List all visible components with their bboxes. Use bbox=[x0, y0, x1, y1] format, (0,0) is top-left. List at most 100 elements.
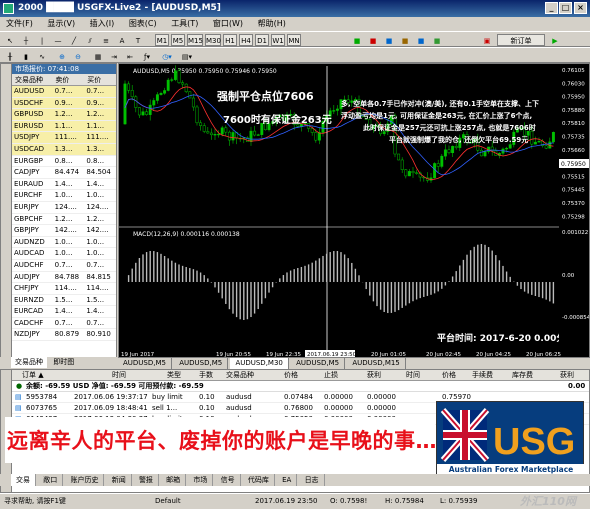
menu-chart[interactable]: 图表(C) bbox=[123, 17, 163, 31]
period-w1[interactable]: W1 bbox=[271, 34, 285, 46]
chart-tab-4[interactable]: AUDUSD,M5 bbox=[291, 358, 346, 369]
market-watch-row[interactable]: EURAUD 1.4... 1.4... bbox=[12, 179, 116, 191]
market-watch-row[interactable]: USDCHF 0.9... 0.9... bbox=[12, 97, 116, 110]
chart-window[interactable]: AUDUSD,M5 0.75950 0.75950 0.75946 0.7595… bbox=[118, 63, 590, 358]
chart-tab-5[interactable]: AUDUSD,M15 bbox=[347, 358, 406, 369]
period-mn[interactable]: MN bbox=[287, 34, 301, 46]
text-icon[interactable]: A bbox=[115, 34, 129, 46]
th-symbol[interactable]: 交易品种 bbox=[226, 370, 254, 381]
th-tp[interactable]: 获利 bbox=[367, 370, 381, 381]
indicators-icon[interactable]: ƒ▾ bbox=[139, 50, 155, 62]
vline-icon[interactable]: | bbox=[35, 34, 49, 46]
minimize-button[interactable]: _ bbox=[545, 2, 558, 14]
period-m5[interactable]: M5 bbox=[171, 34, 185, 46]
crosshair-icon[interactable]: ┼ bbox=[19, 34, 33, 46]
th-time[interactable]: 时间 bbox=[112, 370, 126, 381]
zoom-in-icon[interactable]: ⊕ bbox=[55, 50, 69, 62]
maximize-button[interactable]: □ bbox=[559, 2, 572, 14]
market-watch-row[interactable]: CADJPY 84.474 84.504 bbox=[12, 167, 116, 179]
chart-tab-1[interactable]: AUDUSD,M5 bbox=[118, 358, 172, 369]
tile-windows-icon[interactable]: ▦ bbox=[91, 50, 105, 62]
menu-help[interactable]: 帮助(H) bbox=[252, 17, 292, 31]
col-bid[interactable]: 卖价 bbox=[52, 74, 84, 85]
market-watch-row[interactable]: AUDCHF 0.7... 0.7... bbox=[12, 260, 116, 272]
auto-scroll-icon[interactable]: ⇥ bbox=[107, 50, 121, 62]
period-m30[interactable]: M30 bbox=[205, 34, 221, 46]
menu-insert[interactable]: 插入(I) bbox=[84, 17, 121, 31]
market-watch-row[interactable]: EURUSD 1.1... 1.1... bbox=[12, 120, 116, 133]
tab-account-history[interactable]: 账户历史 bbox=[65, 474, 105, 486]
market-watch-row[interactable]: EURNZD 1.5... 1.5... bbox=[12, 295, 116, 307]
label-icon[interactable]: T bbox=[131, 34, 145, 46]
th-order[interactable]: 订单 ▲ bbox=[22, 370, 44, 381]
period-h4[interactable]: H4 bbox=[239, 34, 253, 46]
templates-icon[interactable]: ▤▾ bbox=[179, 50, 195, 62]
tab-alerts[interactable]: 警报 bbox=[134, 474, 159, 486]
th-lots[interactable]: 手数 bbox=[199, 370, 213, 381]
chart-canvas[interactable]: AUDUSD,M5 0.75950 0.75950 0.75946 0.7595… bbox=[119, 64, 590, 358]
th-swap[interactable]: 库存费 bbox=[512, 370, 533, 381]
data-window-icon[interactable]: ■ bbox=[398, 34, 412, 46]
period-m15[interactable]: M15 bbox=[187, 34, 203, 46]
tab-symbols[interactable]: 交易品种 bbox=[11, 357, 47, 368]
market-watch-row[interactable]: CHFJPY 114.... 114.... bbox=[12, 283, 116, 295]
terminal-icon[interactable]: ■ bbox=[430, 34, 444, 46]
market-watch-row[interactable]: EURCHF 1.0... 1.0... bbox=[12, 190, 116, 202]
fibo-icon[interactable]: ≡ bbox=[99, 34, 113, 46]
market-watch-row[interactable]: AUDCAD 1.0... 1.0... bbox=[12, 248, 116, 260]
market-watch-row[interactable]: CADCHF 0.7... 0.7... bbox=[12, 318, 116, 330]
channel-icon[interactable]: ⫽ bbox=[83, 34, 97, 46]
trendline-icon[interactable]: ╱ bbox=[67, 34, 81, 46]
menu-window[interactable]: 窗口(W) bbox=[207, 17, 249, 31]
market-watch-row[interactable]: AUDUSD 0.7... 0.7... bbox=[12, 86, 116, 98]
th-commission[interactable]: 手续费 bbox=[472, 370, 493, 381]
profiles-icon[interactable]: ■ bbox=[366, 34, 380, 46]
col-symbol[interactable]: 交易品种 bbox=[12, 74, 52, 85]
chart-shift-icon[interactable]: ⇤ bbox=[123, 50, 137, 62]
th-price[interactable]: 价格 bbox=[284, 370, 298, 381]
market-watch-row[interactable]: EURCAD 1.4... 1.4... bbox=[12, 306, 116, 318]
tab-exposure[interactable]: 敞口 bbox=[38, 474, 64, 486]
zoom-out-icon[interactable]: ⊖ bbox=[71, 50, 85, 62]
market-watch-row[interactable]: EURJPY 124.... 124.... bbox=[12, 202, 116, 214]
tab-trade[interactable]: 交易 bbox=[11, 474, 36, 486]
market-watch-row[interactable]: USDCAD 1.3... 1.3... bbox=[12, 143, 116, 156]
tab-code-base[interactable]: 代码库 bbox=[243, 474, 275, 486]
menu-file[interactable]: 文件(F) bbox=[0, 17, 39, 31]
market-watch-row[interactable]: AUDJPY 84.788 84.815 bbox=[12, 272, 116, 284]
menu-view[interactable]: 显示(V) bbox=[41, 17, 81, 31]
period-m1[interactable]: M1 bbox=[155, 34, 169, 46]
tab-tick-chart[interactable]: 即时图 bbox=[49, 357, 78, 368]
new-order-button[interactable]: 新订单 bbox=[497, 34, 545, 46]
new-chart-icon[interactable]: ■ bbox=[350, 34, 364, 46]
tab-signals[interactable]: 信号 bbox=[216, 474, 241, 486]
market-watch-row[interactable]: GBPUSD 1.2... 1.2... bbox=[12, 109, 116, 121]
tab-mailbox[interactable]: 邮箱 bbox=[161, 474, 187, 486]
market-watch-row[interactable]: GBPJPY 142.... 142.... bbox=[12, 225, 116, 237]
col-ask[interactable]: 买价 bbox=[84, 74, 116, 85]
th-type[interactable]: 类型 bbox=[167, 370, 181, 381]
tab-experts[interactable]: EA bbox=[277, 474, 298, 486]
period-h1[interactable]: H1 bbox=[223, 34, 237, 46]
bar-chart-icon[interactable]: ╫ bbox=[3, 50, 17, 62]
chart-tab-3[interactable]: AUDUSD,M30 bbox=[230, 358, 289, 369]
cursor-icon[interactable]: ↖ bbox=[3, 34, 17, 46]
th-time2[interactable]: 时间 bbox=[406, 370, 420, 381]
th-profit[interactable]: 获利 bbox=[560, 370, 574, 381]
candle-chart-icon[interactable]: ▮ bbox=[19, 50, 33, 62]
line-chart-icon[interactable]: ∿ bbox=[35, 50, 49, 62]
balance-row[interactable]: ● 余额: -69.59 USD 净值: -69.59 可用预付款: -69.5… bbox=[12, 381, 589, 392]
navigator-icon[interactable]: ■ bbox=[414, 34, 428, 46]
market-watch-icon[interactable]: ■ bbox=[382, 34, 396, 46]
market-watch-row[interactable]: USDJPY 111.... 111.... bbox=[12, 132, 116, 144]
market-watch-row[interactable]: AUDNZD 1.0... 1.0... bbox=[12, 237, 116, 249]
tab-market[interactable]: 市场 bbox=[188, 474, 214, 486]
periods-icon[interactable]: ◷▾ bbox=[159, 50, 175, 62]
history-icon[interactable]: ▣ bbox=[480, 34, 494, 46]
hline-icon[interactable]: — bbox=[51, 34, 65, 46]
tab-journal[interactable]: 日志 bbox=[300, 474, 325, 486]
market-watch-row[interactable]: NZDJPY 80.879 80.910 bbox=[12, 329, 116, 342]
autotrading-icon[interactable]: ▶ bbox=[548, 34, 562, 46]
market-watch-row[interactable]: GBPCHF 1.2... 1.2... bbox=[12, 214, 116, 226]
chart-tab-2[interactable]: AUDUSD,M5 bbox=[174, 358, 229, 369]
